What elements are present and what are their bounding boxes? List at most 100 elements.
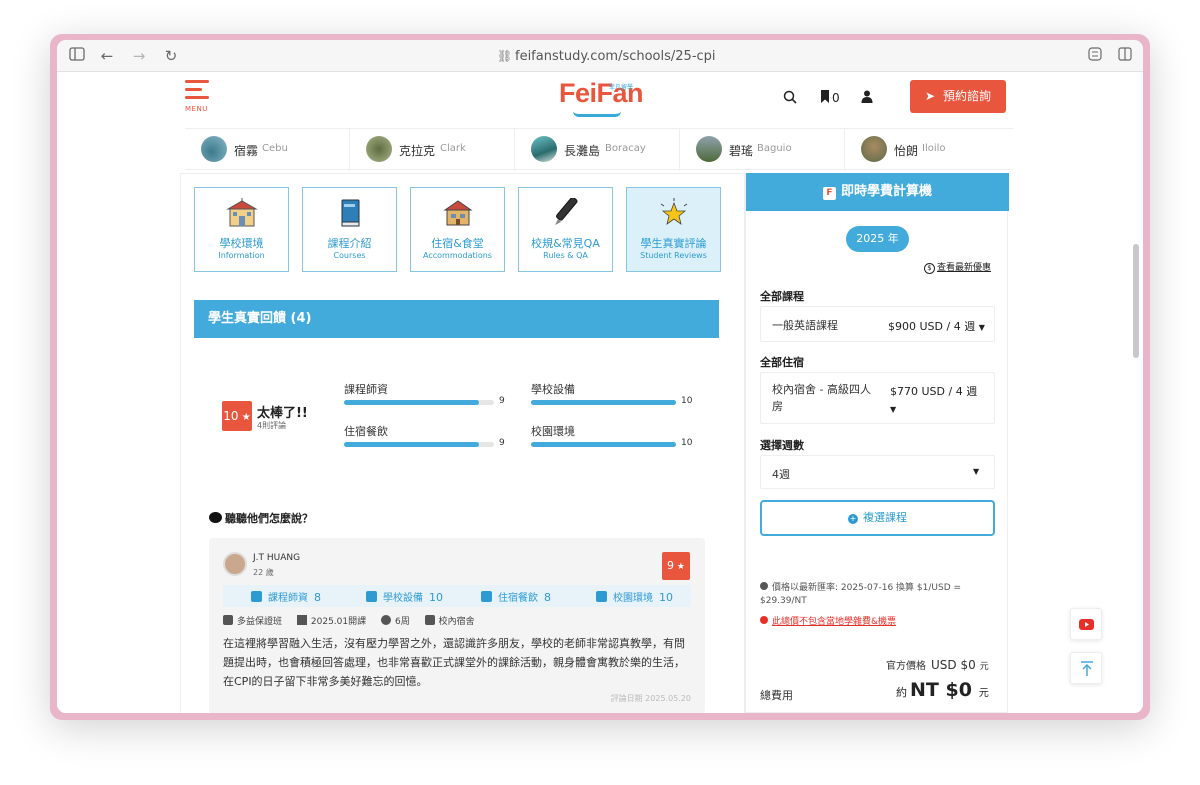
year-button[interactable]: 2025 年	[846, 226, 909, 252]
sidebar-toggle-icon[interactable]	[67, 46, 87, 66]
caret-down-icon: ▼	[973, 467, 980, 476]
city-photo	[861, 136, 887, 162]
youtube-icon	[1079, 619, 1094, 630]
speech-bubble-icon	[209, 512, 222, 523]
bed-icon	[424, 615, 435, 625]
city-tab-boracay[interactable]: 長灘島 Boracay	[515, 129, 680, 171]
address-bar[interactable]: ⛓ feifanstudy.com/schools/25-cpi	[497, 47, 716, 65]
bookmark-icon[interactable]	[820, 90, 830, 107]
review-score-badge: 9 ★	[662, 552, 690, 580]
city-tab-baguio[interactable]: 碧瑤 Baguio	[680, 129, 845, 171]
tile-student-reviews[interactable]: 學生真實評論 Student Reviews	[626, 187, 721, 272]
review-rating: 住宿餐飲 8	[481, 589, 551, 604]
city-photo	[201, 136, 227, 162]
city-tab-cebu[interactable]: 宿霧 Cebu	[185, 129, 350, 171]
youtube-button[interactable]	[1070, 608, 1102, 640]
city-photo	[531, 136, 557, 162]
rating-bar	[344, 442, 494, 447]
exchange-rate-note: 價格以最新匯率: 2025-07-16 換算 $1/USD = $29.39/N…	[760, 582, 962, 606]
weeks-select[interactable]: 4週 ▼	[760, 455, 995, 489]
menu-label: MENU	[185, 105, 208, 113]
document-icon	[223, 615, 233, 625]
multi-course-button[interactable]: + 複選課程	[760, 500, 995, 536]
price-warning-link[interactable]: 此總價不包含當地學雜費&機票	[760, 614, 896, 627]
thumbs-up-icon	[596, 591, 607, 602]
rating-value: 9	[499, 438, 505, 448]
page-scrollbar[interactable]	[1133, 244, 1139, 358]
rating-label: 學校設備	[531, 383, 575, 396]
browser-window: ← → ↻ ⛓ feifanstudy.com/schools/25-cpi ME…	[57, 40, 1143, 713]
arrow-up-icon	[1081, 661, 1093, 676]
promo-link[interactable]: $ 查看最新優惠	[924, 260, 991, 274]
clock-icon	[380, 615, 391, 625]
reviewer-name: J.T HUANG	[253, 553, 301, 563]
reload-icon[interactable]: ↻	[161, 46, 181, 66]
review-rating: 學校設備 10	[366, 589, 443, 604]
tile-accommodations[interactable]: 住宿&食堂 Accommodations	[410, 187, 505, 272]
reviews-banner: 學生真實回饋 (4)	[194, 300, 719, 338]
tile-information[interactable]: 學校環境 Information	[194, 187, 289, 272]
tile-courses[interactable]: 課程介紹 Courses	[302, 187, 397, 272]
user-icon[interactable]	[861, 90, 873, 107]
plus-icon: +	[848, 514, 858, 524]
rating-value: 10	[681, 396, 693, 406]
feifan-logo-icon: F	[822, 187, 836, 200]
review-card: J.T HUANG 22 歲 9 ★ 課程師資 8 學校設備 10 住宿餐飲 8 校園…	[209, 538, 705, 713]
url-text: feifanstudy.com/schools/25-cpi	[515, 49, 716, 64]
avatar	[223, 552, 247, 576]
back-to-top-button[interactable]	[1070, 652, 1102, 684]
thumbs-up-icon	[481, 591, 492, 602]
city-tab-clark[interactable]: 克拉克 Clark	[350, 129, 515, 171]
menu-button[interactable]: MENU	[185, 78, 213, 113]
calculator-title: F 即時學費計算機	[746, 173, 1009, 211]
school-building-icon	[226, 198, 258, 228]
graduation-cap-icon	[296, 615, 307, 625]
city-tab-iloilo[interactable]: 怡朗 Iloilo	[845, 129, 1010, 171]
book-icon	[334, 198, 366, 228]
rating-label: 住宿餐飲	[344, 425, 388, 438]
talk-heading: 聽聽他們怎麼說？	[209, 510, 313, 526]
site-logo[interactable]: FeiFan 菲凡留學	[559, 78, 644, 118]
review-date: 評論日期 2025.05.20	[610, 694, 691, 703]
consult-button[interactable]: ➤ 預約諮詢	[910, 80, 1006, 113]
city-photo	[366, 136, 392, 162]
review-meta: 多益保證班 2025.01開課 6周 校內宿舍	[223, 614, 487, 627]
reviewer-age: 22 歲	[253, 568, 274, 577]
site-header: MENU FeiFan 菲凡留學 0 ➤ 預約諮詢	[57, 72, 1143, 128]
rating-value: 9	[499, 396, 505, 406]
rating-value: 10	[681, 438, 693, 448]
official-price: 官方價格 USD $0 元	[886, 658, 989, 672]
tile-rules-qa[interactable]: 校規&常見QA Rules & QA	[518, 187, 613, 272]
forward-arrow-icon[interactable]: →	[129, 46, 149, 66]
school-content: 學校環境 Information 課程介紹 Courses 住宿&食堂 Acco…	[180, 173, 745, 713]
thumbs-up-icon	[251, 591, 262, 602]
course-select[interactable]: 一般英語課程 $900 USD / 4 週 ▼	[760, 306, 995, 342]
split-view-icon[interactable]	[1115, 46, 1135, 66]
rating-label: 校園環境	[531, 425, 575, 438]
back-arrow-icon[interactable]: ←	[97, 46, 117, 66]
room-select[interactable]: 校內宿舍 - 高級四人房 $770 USD / 4 週 ▼	[760, 372, 995, 424]
bookmark-count: 0	[832, 91, 840, 105]
house-icon	[442, 198, 474, 228]
review-count: 4則評論	[257, 421, 287, 430]
course-label: 全部課程	[760, 290, 804, 303]
review-ratings: 課程師資 8 學校設備 10 住宿餐飲 8 校園環境 10	[223, 585, 691, 607]
link-icon: ⛓	[497, 49, 513, 63]
dollar-icon: $	[924, 263, 935, 274]
caret-down-icon: ▼	[890, 405, 897, 414]
weeks-label: 選擇週數	[760, 439, 804, 452]
caret-down-icon: ▼	[978, 323, 985, 332]
total-value: 約 NT $0 元	[896, 679, 989, 701]
info-icon	[760, 582, 768, 590]
overall-label: 太棒了!!	[257, 406, 308, 421]
thumbs-up-icon	[366, 591, 377, 602]
reader-icon[interactable]	[1085, 46, 1105, 66]
total-label: 總費用	[760, 689, 793, 702]
city-photo	[696, 136, 722, 162]
rating-label: 課程師資	[344, 383, 388, 396]
room-label: 全部住宿	[760, 356, 804, 369]
search-icon[interactable]	[783, 90, 797, 108]
fee-calculator: F 即時學費計算機 2025 年 $ 查看最新優惠 全部課程 一般英語課程 $900…	[745, 173, 1009, 713]
star-icon	[658, 198, 690, 228]
rating-bar	[531, 400, 676, 405]
